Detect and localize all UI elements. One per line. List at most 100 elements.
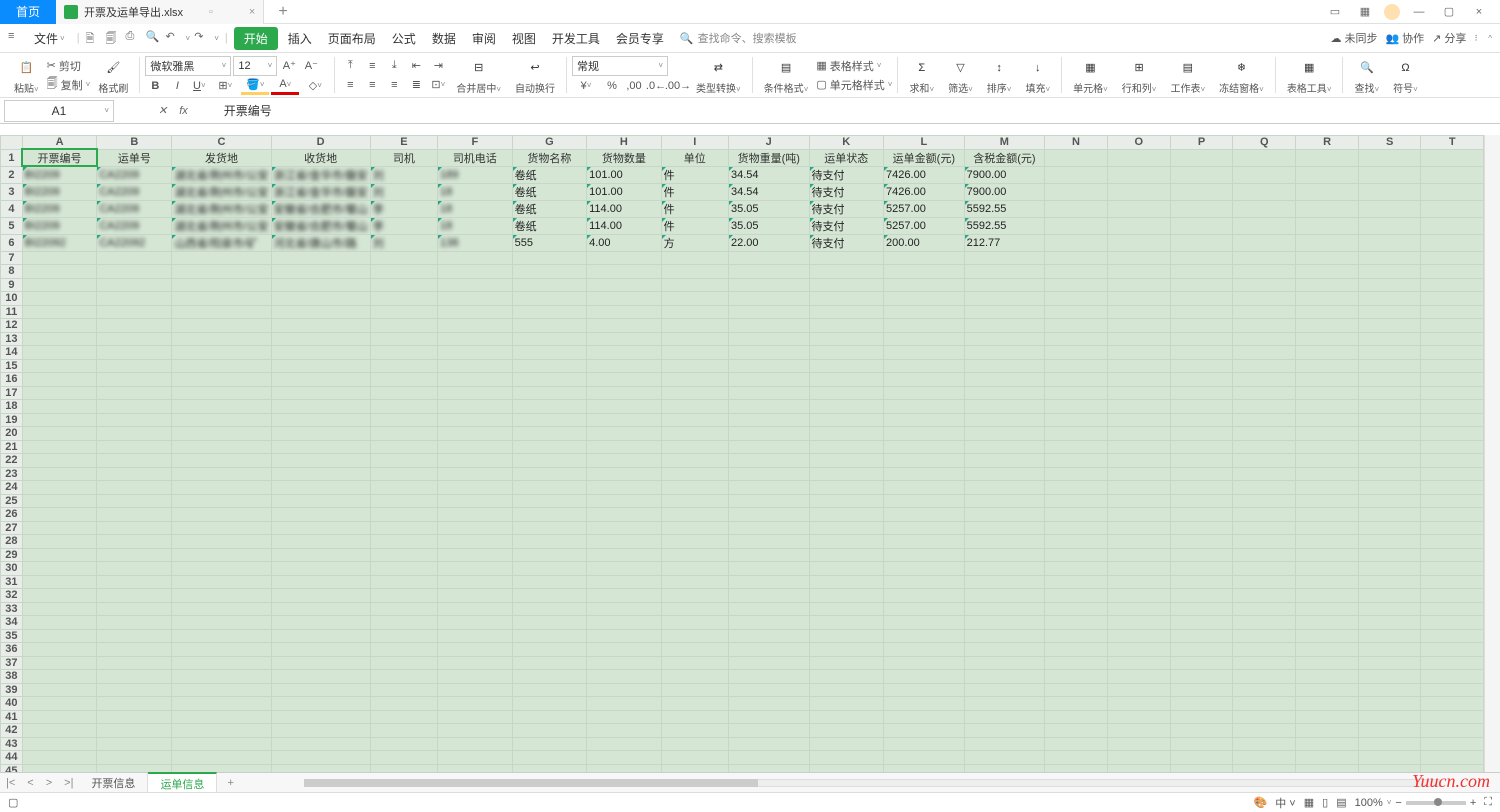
empty-cell[interactable] <box>271 373 370 387</box>
row-header-30[interactable]: 30 <box>1 562 23 576</box>
empty-cell[interactable] <box>964 440 1045 454</box>
empty-cell[interactable] <box>884 737 965 751</box>
header-cell[interactable]: 收货地 <box>271 149 370 166</box>
empty-cell[interactable] <box>884 724 965 738</box>
row-header-6[interactable]: 6 <box>1 234 23 251</box>
empty-cell[interactable] <box>1170 629 1233 643</box>
empty-cell[interactable] <box>964 319 1045 333</box>
zoom-in-icon[interactable]: + <box>1470 797 1476 809</box>
empty-cell[interactable] <box>587 454 662 468</box>
empty-cell[interactable] <box>1107 656 1170 670</box>
empty-cell[interactable] <box>512 629 587 643</box>
empty-cell[interactable] <box>512 413 587 427</box>
col-header-A[interactable]: A <box>22 136 97 150</box>
empty-cell[interactable] <box>1233 454 1296 468</box>
empty-cell[interactable] <box>1233 656 1296 670</box>
empty-cell[interactable] <box>271 521 370 535</box>
empty-cell[interactable] <box>1296 373 1359 387</box>
empty-cell[interactable] <box>1170 508 1233 522</box>
empty-cell[interactable] <box>1170 670 1233 684</box>
file-tab[interactable]: 开票及运单导出.xlsx ▫ × <box>56 0 264 24</box>
data-cell[interactable]: 刘 <box>370 183 437 200</box>
empty-cell[interactable] <box>661 440 728 454</box>
empty-cell[interactable] <box>97 643 172 657</box>
empty-cell[interactable] <box>1170 400 1233 414</box>
empty-cell[interactable] <box>1421 373 1484 387</box>
empty-cell[interactable] <box>884 373 965 387</box>
empty-cell[interactable] <box>1358 751 1421 765</box>
increase-font-icon[interactable]: A⁺ <box>279 57 299 75</box>
empty-cell[interactable] <box>370 251 437 265</box>
empty-cell[interactable] <box>884 427 965 441</box>
empty-cell[interactable] <box>512 319 587 333</box>
empty-cell[interactable] <box>512 602 587 616</box>
empty-cell[interactable] <box>1233 400 1296 414</box>
empty-cell[interactable] <box>809 683 884 697</box>
copy-button[interactable]: 🗐复制˅ <box>47 76 91 94</box>
empty-cell[interactable] <box>370 548 437 562</box>
empty-cell[interactable] <box>809 373 884 387</box>
empty-cell[interactable] <box>1358 440 1421 454</box>
empty-cell[interactable] <box>512 305 587 319</box>
avatar-icon[interactable] <box>1384 4 1400 20</box>
empty-cell[interactable] <box>1296 359 1359 373</box>
empty-cell[interactable] <box>964 656 1045 670</box>
empty-cell[interactable] <box>22 751 97 765</box>
empty-cell[interactable] <box>964 305 1045 319</box>
empty-cell[interactable] <box>1170 373 1233 387</box>
empty-cell[interactable] <box>370 602 437 616</box>
empty-cell[interactable] <box>1045 305 1108 319</box>
empty-cell[interactable] <box>271 386 370 400</box>
row-header-33[interactable]: 33 <box>1 602 23 616</box>
empty-cell[interactable] <box>1358 683 1421 697</box>
empty-cell[interactable] <box>964 535 1045 549</box>
empty-cell[interactable] <box>271 467 370 481</box>
empty-cell[interactable] <box>1045 359 1108 373</box>
data-cell[interactable]: 件 <box>661 200 728 217</box>
empty-cell[interactable] <box>1358 413 1421 427</box>
empty-cell[interactable] <box>884 386 965 400</box>
empty-cell[interactable] <box>587 548 662 562</box>
row-header-42[interactable]: 42 <box>1 724 23 738</box>
empty-cell[interactable] <box>438 251 513 265</box>
empty-cell[interactable] <box>964 724 1045 738</box>
empty-cell[interactable] <box>809 697 884 711</box>
empty-cell[interactable] <box>1170 346 1233 360</box>
empty-cell[interactable] <box>271 319 370 333</box>
empty-cell[interactable] <box>809 440 884 454</box>
empty-cell[interactable] <box>964 467 1045 481</box>
empty-cell[interactable] <box>661 535 728 549</box>
empty-cell[interactable] <box>809 454 884 468</box>
empty-cell[interactable] <box>97 548 172 562</box>
empty-cell[interactable] <box>22 656 97 670</box>
empty-cell[interactable] <box>438 710 513 724</box>
empty-cell[interactable] <box>97 575 172 589</box>
sort-button[interactable]: ↕排序˅ <box>981 56 1018 95</box>
sync-status[interactable]: ☁未同步 <box>1330 30 1377 46</box>
empty-cell[interactable] <box>438 683 513 697</box>
empty-cell[interactable] <box>438 292 513 306</box>
empty-cell[interactable] <box>1296 643 1359 657</box>
data-cell[interactable] <box>1107 183 1170 200</box>
empty-cell[interactable] <box>964 278 1045 292</box>
empty-cell[interactable] <box>661 494 728 508</box>
empty-cell[interactable] <box>1358 521 1421 535</box>
type-convert-button[interactable]: ⇄类型转换˅ <box>690 56 747 95</box>
empty-cell[interactable] <box>661 332 728 346</box>
coop-button[interactable]: 👥协作 <box>1385 30 1424 46</box>
empty-cell[interactable] <box>1358 535 1421 549</box>
empty-cell[interactable] <box>370 724 437 738</box>
empty-cell[interactable] <box>512 386 587 400</box>
empty-cell[interactable] <box>964 562 1045 576</box>
data-cell[interactable]: 湖北省/荆州市/公安 <box>172 217 271 234</box>
empty-cell[interactable] <box>370 346 437 360</box>
empty-cell[interactable] <box>97 710 172 724</box>
row-header-27[interactable]: 27 <box>1 521 23 535</box>
empty-cell[interactable] <box>22 373 97 387</box>
size-selector[interactable]: 12˅ <box>233 56 277 76</box>
preview-icon[interactable]: 🔍 <box>146 30 162 46</box>
empty-cell[interactable] <box>728 319 809 333</box>
empty-cell[interactable] <box>1107 265 1170 279</box>
empty-cell[interactable] <box>1170 710 1233 724</box>
empty-cell[interactable] <box>809 616 884 630</box>
